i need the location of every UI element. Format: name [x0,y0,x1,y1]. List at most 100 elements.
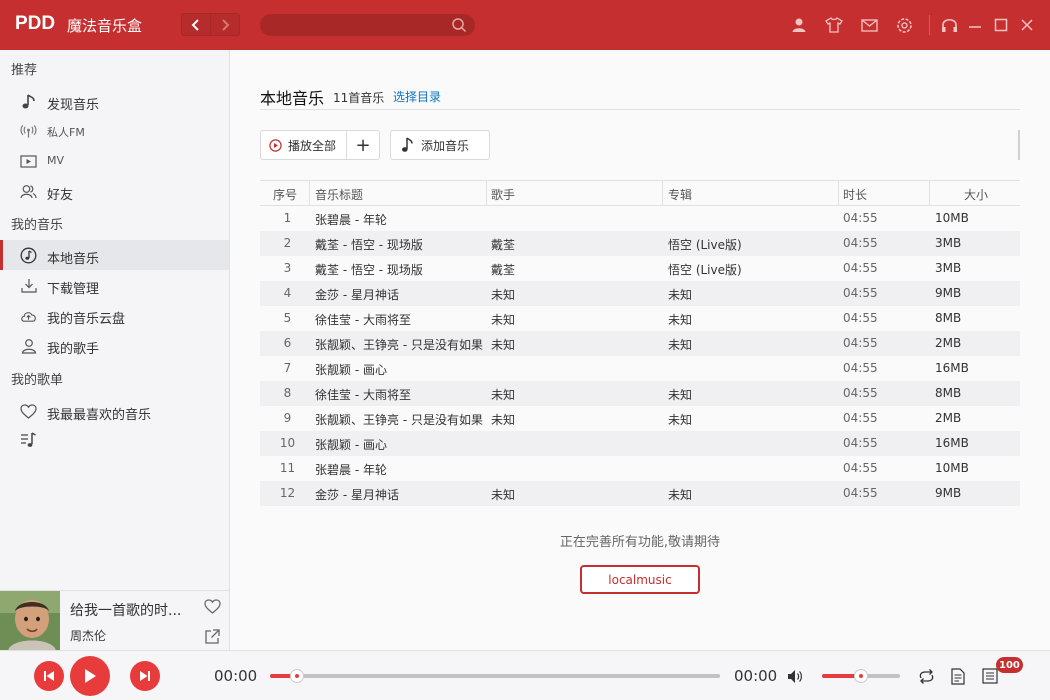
title-divider [260,109,1020,110]
volume-icon[interactable] [786,666,806,686]
song-duration: 04:55 [843,286,878,300]
progress-bar[interactable] [270,669,720,683]
mini-mode-icon[interactable] [940,16,958,34]
row-number: 3 [283,261,292,275]
next-button[interactable] [130,661,160,691]
play-circle-icon [269,138,282,152]
sidebar-item-cloud[interactable]: 我的音乐云盘 [0,300,229,330]
wip-message: 正在完善所有功能,敬请期待 [559,535,721,550]
sidebar-item-label: 我的音乐云盘 [47,312,126,327]
sidebar-item-playlist[interactable] [0,424,229,454]
song-duration: 04:55 [843,211,878,225]
sidebar-item-discover[interactable]: 发现音乐 [0,86,229,116]
song-album: 未知 [668,313,693,327]
sidebar-item-local-music[interactable]: 本地音乐 [0,240,229,270]
main-panel: 本地音乐 11首音乐 选择目录 播放全部 + 添加音乐 序号 音乐标题 歌手 专… [230,50,1050,650]
song-size: 9MB [935,286,962,300]
play-button[interactable] [70,656,110,696]
table-row[interactable]: 11 张碧晨 - 年轮 04:55 10MB [260,456,1020,481]
volume-knob[interactable] [854,669,868,683]
sidebar-item-mv[interactable]: MV [0,146,229,176]
sidebar-item-download[interactable]: 下载管理 [0,270,229,300]
previous-button[interactable] [34,661,64,691]
table-row[interactable]: 7 张靓颖 - 画心 04:55 16MB [260,356,1020,381]
now-playing-card[interactable]: 给我一首歌的时... 周杰伦 [0,590,230,651]
skin-icon[interactable] [825,16,843,34]
share-icon[interactable] [205,629,220,648]
song-artist: 未知 [491,413,516,427]
song-album: 悟空 (Live版) [668,238,742,252]
song-title: 张靓颖 - 画心 [315,363,387,377]
song-duration: 04:55 [843,261,878,275]
radio-icon [20,123,37,140]
like-heart-icon[interactable] [204,599,221,618]
user-icon[interactable] [790,16,808,34]
song-size: 10MB [935,211,969,225]
add-music-label: 添加音乐 [421,138,470,153]
row-number: 9 [283,411,292,425]
video-icon [20,153,37,170]
playlist-count-badge: 100 [996,657,1023,673]
row-number: 4 [283,286,292,300]
column-divider [662,181,663,205]
table-row[interactable]: 8 徐佳莹 - 大雨将至 未知 未知 04:55 8MB [260,381,1020,406]
choose-directory-link[interactable]: 选择目录 [393,88,441,105]
volume-slider[interactable] [822,669,900,683]
back-button[interactable] [182,14,210,35]
sidebar-item-friends[interactable]: 好友 [0,176,229,206]
table-row[interactable]: 3 戴荃 - 悟空 - 现场版 戴荃 悟空 (Live版) 04:55 3MB [260,256,1020,281]
mail-icon[interactable] [860,16,878,34]
add-to-playlist-button[interactable]: + [347,131,379,159]
close-icon[interactable] [1018,16,1036,34]
column-header-title[interactable]: 音乐标题 [315,186,363,203]
lyrics-icon[interactable] [948,666,968,686]
column-header-number[interactable]: 序号 [273,186,297,203]
loop-icon[interactable] [916,666,936,686]
song-duration: 04:55 [843,336,878,350]
now-playing-title[interactable]: 给我一首歌的时... [70,600,195,620]
forward-button[interactable] [210,14,239,35]
now-playing-artist[interactable]: 周杰伦 [70,627,106,644]
search-input[interactable] [260,14,440,36]
song-artist: 戴荃 [491,263,516,277]
song-title: 金莎 - 星月神话 [315,488,399,502]
table-row[interactable]: 5 徐佳莹 - 大雨将至 未知 未知 04:55 8MB [260,306,1020,331]
table-row[interactable]: 12 金莎 - 星月神话 未知 未知 04:55 9MB [260,481,1020,506]
minimize-icon[interactable] [966,16,984,34]
table-row[interactable]: 6 张靓颖、王铮亮 - 只是没有如果 未知 未知 04:55 2MB [260,331,1020,356]
music-note-icon [401,137,413,153]
maximize-icon[interactable] [992,16,1010,34]
song-title: 张碧晨 - 年轮 [315,213,387,227]
song-size: 9MB [935,486,962,500]
sidebar-item-singers[interactable]: 我的歌手 [0,330,229,360]
sidebar-item-fm[interactable]: 私人FM [0,116,229,146]
song-title: 张靓颖、王铮亮 - 只是没有如果 [315,338,483,352]
song-artist: 未知 [491,338,516,352]
play-icon [85,669,96,683]
play-all-button[interactable]: 播放全部 [261,131,347,159]
progress-knob[interactable] [290,669,304,683]
sidebar-item-label: 我最最喜欢的音乐 [47,408,152,423]
column-header-size[interactable]: 大小 [964,186,988,203]
sidebar-item-favorites[interactable]: 我最最喜欢的音乐 [0,396,229,426]
column-header-duration[interactable]: 时长 [843,186,867,203]
album-cover[interactable] [0,591,60,651]
settings-icon[interactable] [895,16,913,34]
localmusic-button[interactable]: localmusic [580,565,700,594]
add-music-button[interactable]: 添加音乐 [390,130,490,160]
table-row[interactable]: 4 金莎 - 星月神话 未知 未知 04:55 9MB [260,281,1020,306]
song-duration: 04:55 [843,436,878,450]
table-row[interactable]: 9 张靓颖、王铮亮 - 只是没有如果 未知 未知 04:55 2MB [260,406,1020,431]
cloud-icon [20,307,37,324]
column-header-album[interactable]: 专辑 [668,186,692,203]
scrollbar-thumb[interactable] [1018,130,1020,160]
table-row[interactable]: 10 张靓颖 - 画心 04:55 16MB [260,431,1020,456]
search-icon[interactable] [451,17,467,37]
chevron-left-icon [191,18,199,31]
chevron-right-icon [222,18,230,31]
column-divider [486,181,487,205]
table-row[interactable]: 1 张碧晨 - 年轮 04:55 10MB [260,206,1020,231]
table-row[interactable]: 2 戴荃 - 悟空 - 现场版 戴荃 悟空 (Live版) 04:55 3MB [260,231,1020,256]
column-header-artist[interactable]: 歌手 [491,186,515,203]
song-duration: 04:55 [843,386,878,400]
